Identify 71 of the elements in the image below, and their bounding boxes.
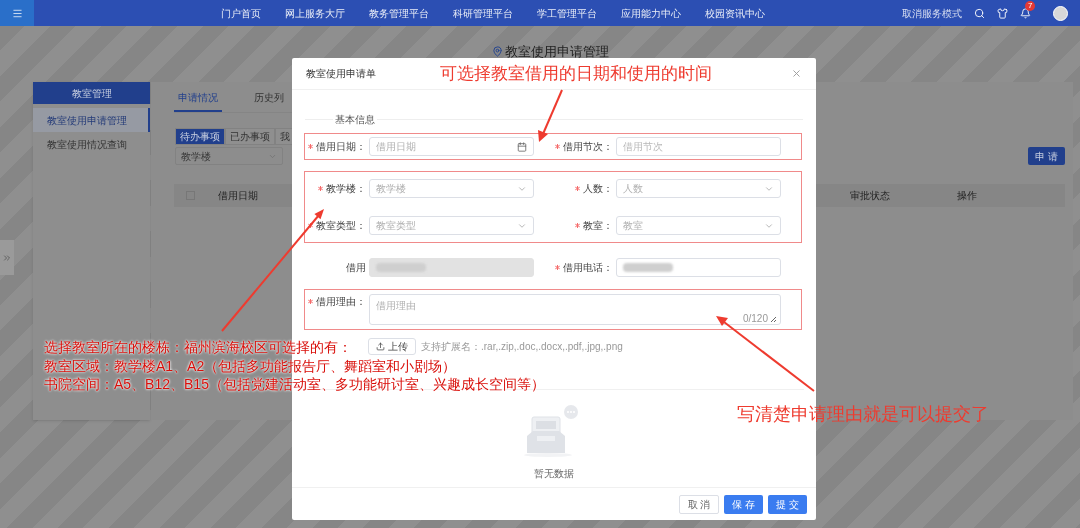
column-header: 操作 xyxy=(957,189,977,203)
double-chevron-icon xyxy=(2,252,12,263)
filter-tab[interactable]: 已办事项 xyxy=(225,128,275,145)
placeholder-text: 教学楼 xyxy=(376,182,407,196)
expand-handle[interactable] xyxy=(0,240,14,275)
field-label: 人数： xyxy=(583,182,613,196)
location-pin-icon xyxy=(491,45,503,57)
mode-toggle[interactable]: 取消服务模式 xyxy=(902,5,962,21)
select-field[interactable]: 教室类型 xyxy=(369,216,534,235)
char-counter: 0/120 xyxy=(742,314,768,324)
bell-icon[interactable] xyxy=(1020,7,1031,19)
calendar-icon xyxy=(517,141,527,152)
primary-button[interactable]: 保 存 xyxy=(724,494,764,514)
select-field[interactable]: 人数 xyxy=(616,179,781,198)
apply-button[interactable]: 申 请 xyxy=(1028,147,1065,165)
search-icon[interactable] xyxy=(974,7,985,19)
field-label: 借用 xyxy=(346,261,366,275)
nav-link[interactable]: 学工管理平台 xyxy=(537,5,597,21)
sidebar-item[interactable]: 教室使用情况查询 xyxy=(33,132,150,156)
notification-badge: 7 xyxy=(1025,0,1036,11)
date-field[interactable]: 借用日期 xyxy=(369,137,534,156)
field-label: 借用电话： xyxy=(563,261,613,275)
annotation-text: 教室区域：教学楼A1、A2（包括多功能报告厅、舞蹈室和小剧场） xyxy=(44,356,457,375)
annotation-text: 可选择教室借用的日期和使用的时间 xyxy=(440,63,712,85)
upload-button[interactable]: 上传 xyxy=(368,338,416,355)
reason-field[interactable]: 借用理由 0/120 xyxy=(369,294,781,325)
nav-link[interactable]: 科研管理平台 xyxy=(453,5,513,21)
field-label: 教室类型： xyxy=(316,219,366,233)
field-label: 教学楼： xyxy=(326,182,366,196)
placeholder-text: 人数 xyxy=(623,182,644,196)
annotation-arrow xyxy=(538,89,563,142)
sidebar-item[interactable]: 教室使用申请管理 xyxy=(33,108,150,132)
primary-button[interactable]: 提 交 xyxy=(768,494,807,514)
dialog-title: 教室使用申请单 xyxy=(306,67,376,81)
section-title: 基本信息 xyxy=(334,113,376,127)
avatar[interactable] xyxy=(1053,5,1068,21)
select-field[interactable]: 教学楼 xyxy=(369,179,534,198)
building-select[interactable]: 教学楼 xyxy=(175,147,283,165)
empty-state-text: 暂无数据 xyxy=(534,467,574,481)
upload-icon xyxy=(376,342,385,351)
nav-link[interactable]: 教务管理平台 xyxy=(369,5,429,21)
page-title: 教室使用申请管理 xyxy=(504,44,609,58)
tab[interactable]: 历史列 xyxy=(250,90,288,110)
field-label: 借用日期： xyxy=(316,140,366,154)
field-label: 借用理由： xyxy=(316,295,366,309)
nav-link[interactable]: 网上服务大厅 xyxy=(285,5,345,21)
text-field[interactable] xyxy=(616,258,781,277)
close-icon[interactable] xyxy=(791,68,802,79)
cancel-button[interactable]: 取 消 xyxy=(678,494,720,514)
menu-icon[interactable] xyxy=(11,7,23,19)
nav-link[interactable]: 门户首页 xyxy=(221,5,261,21)
tab[interactable]: 申请情况 xyxy=(174,90,222,112)
column-header: 审批状态 xyxy=(850,189,891,203)
filter-tab[interactable]: 待办事项 xyxy=(175,128,225,145)
field-label: 教室： xyxy=(583,219,613,233)
sidebar-title: 教室管理 xyxy=(71,86,112,101)
field-label: 借用节次： xyxy=(563,140,613,154)
upload-hint: 支持扩展名：.rar,.zip,.doc,.docx,.pdf,.jpg,.png xyxy=(421,340,623,354)
placeholder-text: 教室类型 xyxy=(376,219,417,233)
resize-handle-icon xyxy=(770,315,777,323)
placeholder-text: 借用理由 xyxy=(376,299,416,313)
select-placeholder: 教学楼 xyxy=(181,149,212,164)
redacted-value xyxy=(623,263,673,272)
select-field[interactable]: 教室 xyxy=(616,216,781,235)
shirt-icon[interactable] xyxy=(997,7,1008,19)
column-header: 借用日期 xyxy=(218,189,258,203)
nav-link[interactable]: 校园资讯中心 xyxy=(705,5,765,21)
placeholder-text: 借用日期 xyxy=(376,140,417,154)
nav-link[interactable]: 应用能力中心 xyxy=(621,5,681,21)
text-field[interactable]: 借用节次 xyxy=(616,137,781,156)
placeholder-text: 教室 xyxy=(623,219,644,233)
